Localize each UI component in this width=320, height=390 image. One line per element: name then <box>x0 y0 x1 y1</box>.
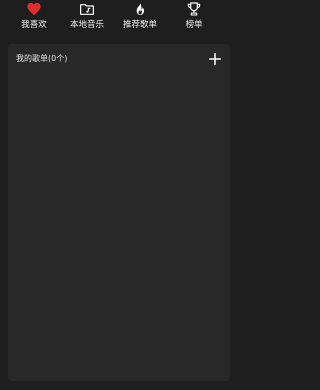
app-screen: 我喜欢 本地音乐 推荐歌单 榜单 我的歌单(0个) <box>0 0 235 390</box>
my-playlists-panel: 我的歌单(0个) <box>8 44 230 381</box>
heart-icon <box>27 2 41 16</box>
top-nav: 我喜欢 本地音乐 推荐歌单 榜单 <box>0 0 235 40</box>
nav-label-local-music: 本地音乐 <box>69 20 104 30</box>
flame-icon <box>136 2 144 15</box>
plus-icon[interactable] <box>208 52 222 66</box>
nav-label-recommended-playlists: 推荐歌单 <box>122 20 157 30</box>
music-folder-icon <box>80 4 94 15</box>
my-playlists-title: 我的歌单(0个) <box>16 54 68 63</box>
nav-item-favorites[interactable]: 我喜欢 <box>8 0 60 40</box>
nav-item-recommended-playlists[interactable]: 推荐歌单 <box>114 0 166 40</box>
nav-label-charts: 榜单 <box>185 20 203 30</box>
nav-label-favorites: 我喜欢 <box>21 20 47 30</box>
trophy-icon <box>187 2 201 16</box>
nav-item-local-music[interactable]: 本地音乐 <box>61 0 113 40</box>
nav-item-charts[interactable]: 榜单 <box>168 0 220 40</box>
